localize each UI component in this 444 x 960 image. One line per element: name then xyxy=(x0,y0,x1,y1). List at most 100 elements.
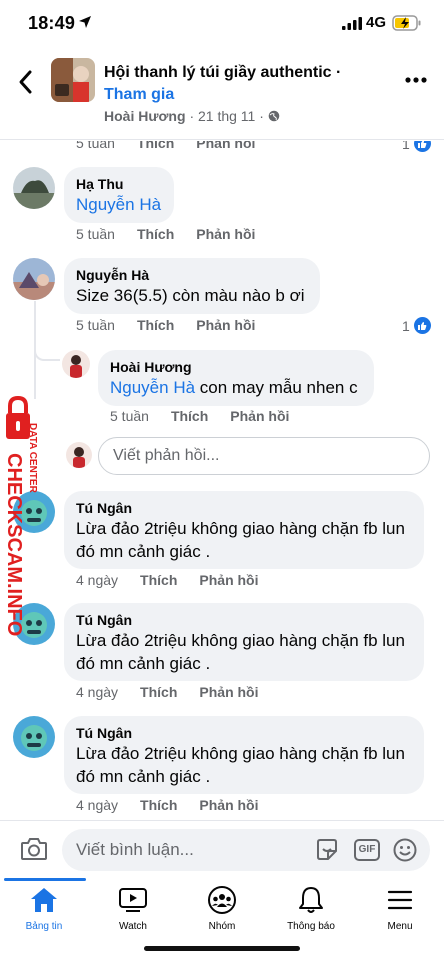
more-options-icon[interactable] xyxy=(404,76,428,84)
comment-time: 4 ngày xyxy=(76,797,119,813)
like-reaction-icon xyxy=(413,317,431,334)
comment-author[interactable]: Tú Ngân xyxy=(76,499,412,517)
tab-label: Nhóm xyxy=(208,921,236,932)
comment-feed[interactable]: 5 tuần Thích Phản hồi 1 Hạ Thu Nguyễn Hà… xyxy=(0,141,444,819)
comment-author[interactable]: Tú Ngân xyxy=(76,724,412,742)
comment-actions: 5 tuần Thích Phản hồi xyxy=(76,141,255,151)
comment-text: đó mn cảnh giác . xyxy=(76,654,211,673)
reply-button[interactable]: Phản hồi xyxy=(199,797,258,813)
home-icon xyxy=(0,884,88,916)
comment-composer: Viết bình luận... GIF xyxy=(0,820,444,878)
gif-button[interactable]: GIF xyxy=(354,839,380,861)
comment-text: Lừa đảo 2triệu không giao hàng chặn fb l… xyxy=(76,519,405,538)
bottom-tab-bar: Bảng tin Watch Nhóm Thông báo Menu xyxy=(0,878,444,960)
post-author[interactable]: Hoài Hương xyxy=(104,108,186,124)
post-header: Hội thanh lý túi giầy authentic · Tham g… xyxy=(0,48,444,140)
back-arrow-icon[interactable] xyxy=(14,68,38,96)
comment-time: 5 tuần xyxy=(76,226,115,242)
join-group-link[interactable]: Tham gia xyxy=(104,86,174,104)
camera-icon[interactable] xyxy=(20,836,48,862)
comment-actions: 4 ngày Thích Phản hồi xyxy=(76,572,259,588)
mention-link[interactable]: Nguyễn Hà xyxy=(76,195,161,214)
comment-time: 5 tuần xyxy=(76,141,115,151)
tab-label: Bảng tin xyxy=(25,921,63,932)
tab-home[interactable]: Bảng tin xyxy=(0,884,88,932)
post-date: · 21 thg 11 · xyxy=(189,108,264,124)
network-type: 4G xyxy=(366,14,387,31)
watch-icon xyxy=(89,884,177,916)
tab-label: Watch xyxy=(119,921,147,932)
menu-icon xyxy=(356,884,444,916)
like-button[interactable]: Thích xyxy=(171,408,208,424)
comment-author[interactable]: Tú Ngân xyxy=(76,611,412,629)
comment-bubble: Tú Ngân Lừa đảo 2triệu không giao hàng c… xyxy=(64,491,424,569)
tab-watch[interactable]: Watch xyxy=(89,884,177,932)
comment-bubble: Nguyễn Hà Size 36(5.5) còn màu nào b ơi xyxy=(64,258,320,314)
like-button[interactable]: Thích xyxy=(140,684,177,700)
comment-time: 4 ngày xyxy=(76,684,119,700)
comment-time: 5 tuần xyxy=(76,317,115,333)
reply-button[interactable]: Phản hồi xyxy=(196,226,255,242)
reply-input[interactable]: Viết phản hồi... xyxy=(98,437,430,475)
gif-label: GIF xyxy=(358,844,376,855)
avatar[interactable] xyxy=(13,716,55,758)
avatar[interactable] xyxy=(13,167,55,209)
avatar[interactable] xyxy=(62,350,90,378)
tab-groups[interactable]: Nhóm xyxy=(178,884,266,932)
home-indicator xyxy=(144,946,300,951)
watermark-brand: CHECKSCAM.INFO xyxy=(3,453,25,636)
reaction-number: 1 xyxy=(402,317,410,334)
comment-actions: 5 tuần Thích Phản hồi xyxy=(76,317,255,333)
sticker-icon[interactable] xyxy=(314,837,340,863)
comment-bubble: Hoài Hương Nguyễn Hà con may mẫu nhen c xyxy=(98,350,374,406)
location-arrow-icon xyxy=(79,16,91,28)
group-avatar[interactable] xyxy=(51,58,95,102)
groups-icon xyxy=(178,884,266,916)
my-avatar xyxy=(66,442,92,468)
comment-text: Nguyễn Hà con may mẫu nhen c xyxy=(110,378,358,397)
comment-text: đó mn cảnh giác . xyxy=(76,542,211,561)
status-bar: 18:49 4G xyxy=(0,0,444,48)
like-reaction-icon xyxy=(413,141,431,152)
globe-icon xyxy=(268,110,280,122)
comment-input[interactable]: Viết bình luận... GIF xyxy=(62,829,430,871)
padlock-icon xyxy=(6,395,30,439)
comment-text: Lừa đảo 2triệu không giao hàng chặn fb l… xyxy=(76,744,405,763)
comment-text: Size 36(5.5) còn màu nào b ơi xyxy=(76,286,305,305)
cellular-signal-icon xyxy=(342,17,362,30)
emoji-icon[interactable] xyxy=(392,837,418,863)
comment-author[interactable]: Nguyễn Hà xyxy=(76,266,308,284)
tab-notifications[interactable]: Thông báo xyxy=(267,884,355,932)
comment-bubble: Tú Ngân Lừa đảo 2triệu không giao hàng c… xyxy=(64,603,424,681)
checkscam-watermark: CHECKSCAM.INFO DATA CENTER xyxy=(3,395,38,636)
group-name[interactable]: Hội thanh lý túi giầy authentic · xyxy=(104,64,341,82)
comment-author[interactable]: Hạ Thu xyxy=(76,175,162,193)
comment-time: 5 tuần xyxy=(110,408,149,424)
comment-actions: 5 tuần Thích Phản hồi xyxy=(110,408,289,424)
tab-menu[interactable]: Menu xyxy=(356,884,444,932)
comment-actions: 4 ngày Thích Phản hồi xyxy=(76,684,259,700)
post-meta: Hoài Hương · 21 thg 11 · xyxy=(104,108,280,124)
reply-button[interactable]: Phản hồi xyxy=(230,408,289,424)
like-button[interactable]: Thích xyxy=(137,317,174,333)
status-time: 18:49 xyxy=(28,13,76,33)
mention-link[interactable]: Nguyễn Hà xyxy=(110,378,195,397)
reply-button[interactable]: Phản hồi xyxy=(199,572,258,588)
reply-button[interactable]: Phản hồi xyxy=(196,141,255,151)
comment-text: Nguyễn Hà xyxy=(76,193,162,216)
comment-actions: 5 tuần Thích Phản hồi xyxy=(76,226,255,242)
comment-text: đó mn cảnh giác . xyxy=(76,767,211,786)
reply-button[interactable]: Phản hồi xyxy=(199,684,258,700)
like-button[interactable]: Thích xyxy=(137,141,174,151)
comment-time: 4 ngày xyxy=(76,572,119,588)
like-button[interactable]: Thích xyxy=(137,226,174,242)
comment-author[interactable]: Hoài Hương xyxy=(110,358,362,376)
tab-label: Menu xyxy=(387,921,413,932)
bell-icon xyxy=(267,884,355,916)
reply-button[interactable]: Phản hồi xyxy=(196,317,255,333)
active-tab-indicator xyxy=(4,878,86,881)
like-button[interactable]: Thích xyxy=(140,797,177,813)
like-button[interactable]: Thích xyxy=(140,572,177,588)
reaction-number: 1 xyxy=(402,141,410,152)
reaction-count: 1 xyxy=(402,141,431,152)
